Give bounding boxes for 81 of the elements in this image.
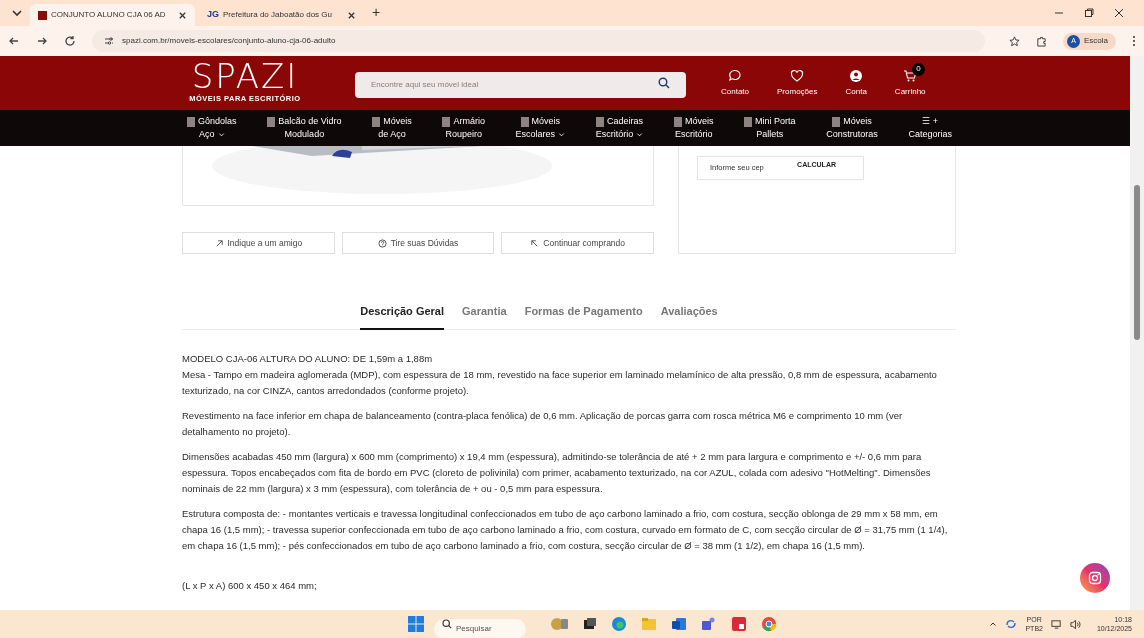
nav-menu-item[interactable]: Armário Roupeiro (442, 115, 485, 141)
action-button[interactable]: Continuar comprando (501, 232, 654, 254)
category-thumbnail-icon (442, 116, 451, 127)
description-paragraph: MODELO CJA-06 ALTURA DO ALUNO: DE 1,59m a 1,88m (182, 351, 434, 366)
tab[interactable]: Avaliações (660, 303, 718, 330)
scrollbar-thumb[interactable] (1134, 185, 1140, 340)
cart-icon[interactable] (903, 68, 918, 83)
close-icon[interactable] (1114, 8, 1124, 18)
chevron-down-icon[interactable] (636, 131, 644, 138)
description-paragraph: Mesa - Tampo em madeira aglomerada (MDP), com espessura de 18 mm, revestido na face superior em laminado melamínico de alta pressão, 0,8 mm de espessura, acabamento texturizado, na cor CINZA, cantos arredondados (conforme projeto). (182, 367, 938, 398)
nav-menu-item[interactable]: Móveis Construtoras (826, 115, 878, 141)
speaker-icon[interactable] (1069, 618, 1081, 630)
weather-widget-icon[interactable] (550, 615, 568, 633)
dimensions-text: (L x P x A) 600 x 450 x 464 mm; (182, 578, 318, 593)
action-button[interactable]: Indique a um amigo (182, 232, 335, 254)
new-tab-button[interactable]: + (368, 2, 385, 23)
network-icon[interactable] (1050, 618, 1062, 630)
close-icon[interactable] (178, 10, 187, 20)
category-thumbnail-icon (372, 116, 381, 127)
arrow-up-right-icon (214, 238, 224, 248)
nav-menu-item[interactable]: ☰ + Categorias (908, 115, 952, 141)
address-bar[interactable]: spazi.com.br/moveis-escolares/conjunto-aluno-cja-06-adulto (92, 30, 985, 52)
help-icon (377, 238, 387, 248)
bookmark-star-icon[interactable] (1009, 35, 1020, 47)
category-thumbnail-icon (673, 116, 682, 127)
header-link[interactable]: Conta (845, 85, 867, 98)
tab[interactable]: Descrição Geral (360, 303, 445, 330)
chevron-down-icon[interactable] (558, 131, 566, 138)
close-icon[interactable] (347, 10, 356, 20)
back-icon[interactable] (8, 35, 20, 47)
forward-icon[interactable] (36, 35, 48, 47)
nav-menu-item[interactable]: Gôndolas Aço (187, 115, 237, 141)
search-icon (442, 619, 452, 629)
header-link[interactable]: Promoções (777, 85, 818, 98)
nav-menu-item[interactable]: Cadeiras Escritório (595, 115, 644, 141)
windows-start-icon[interactable] (408, 616, 424, 632)
camera-icon (1088, 571, 1102, 585)
description-paragraph: Revestimento na face inferior em chapa de balanceamento (contra-placa fenólica) de 0,6 mm. Aplicação de porcas garra com rosca métrica M6 e comprimento 10 mm (ver detalhamento no projeto). (182, 408, 904, 439)
header-link[interactable]: Carrinho (894, 85, 926, 98)
arrow-up-left-icon (530, 238, 540, 248)
more-menu-icon[interactable] (1132, 35, 1136, 47)
action-button[interactable]: Tire suas Dúvidas (341, 232, 495, 254)
app-icon[interactable] (730, 615, 748, 633)
reload-icon[interactable] (64, 35, 76, 47)
cart-count-badge: 0 (911, 62, 925, 76)
outlook-icon[interactable] (670, 615, 688, 633)
category-thumbnail-icon (596, 116, 604, 127)
search-icon[interactable] (658, 77, 670, 89)
scrollbar[interactable] (1130, 56, 1144, 610)
browser-tab[interactable]: CONJUNTO ALUNO CJA 06 AD (30, 4, 195, 26)
chrome-icon[interactable] (760, 615, 778, 633)
nav-menu-item[interactable]: Mini Porta Pallets (744, 115, 796, 141)
taskbar-search-field[interactable]: Pesquisar (434, 618, 526, 638)
browser-tab[interactable]: JG Prefeitura do Jaboatão dos Gu (199, 4, 364, 26)
user-icon[interactable] (849, 68, 864, 83)
chevron-down-icon[interactable] (217, 131, 225, 138)
category-thumbnail-icon (267, 116, 276, 127)
extensions-icon[interactable] (1036, 35, 1047, 47)
description-paragraph: Dimensões acabadas 450 mm (largura) x 600 mm (comprimento) x 19,4 mm (espessura), admitindo-se tolerância de até + 2 mm para largura e comprimento e +/- 0,6 mm para espessura. Topos encabeçados com fita de bordo em PVC (cloreto de polivinila) com primer, acabamento texturizado, na cor AZUL, colada com adesivo "HotMelting". Dimensões nominais de 22 mm (largura) x 3 mm (espessura), com tolerância de + ou - 0,5 mm para espessura. (182, 449, 932, 496)
site-settings-icon[interactable] (104, 36, 114, 46)
category-thumbnail-icon (744, 116, 753, 127)
favicon-icon (38, 10, 47, 20)
chevron-up-icon[interactable] (989, 620, 998, 628)
description-paragraph: Estrutura composta de: - montantes verticais e travessa longitudinal confeccionados em tubo de aço carbono laminado a frio, com costura, secção oblonga de 29 mm x 58 mm, em chapa 16 (1,5 mm); - travessa superior confeccionada em tubo de aço carbono laminado a frio, com costura, curvado em formato de C, com secção circular de Ø = 31,75 mm (1 1/4), em chapa 16 (1,5 mm); - pés confeccionados em tubo de aço carbono laminado a frio, com costura, secção circular de Ø = 38 mm (1 1/2), em chapa 16 (1,5 mm). (182, 506, 949, 553)
tab[interactable]: Garantia (462, 303, 507, 330)
tab[interactable]: Formas de Pagamento (524, 303, 643, 330)
search-field[interactable]: Encontre aqui seu móvel ideal (355, 71, 686, 98)
nav-menu-item[interactable]: Móveis de Aço (372, 115, 412, 141)
restore-icon[interactable] (1084, 8, 1094, 18)
chat-bubble-icon[interactable] (728, 68, 742, 83)
category-thumbnail-icon (187, 116, 195, 127)
nav-menu-item[interactable]: Móveis Escolares (515, 115, 566, 141)
header-link[interactable]: Contato (721, 85, 750, 98)
category-thumbnail-icon (832, 116, 841, 127)
nav-menu-item[interactable]: Móveis Escritório (673, 115, 714, 141)
heart-icon[interactable] (790, 68, 805, 83)
nav-menu-item[interactable]: Balcão de Vidro Modulado (267, 115, 342, 141)
category-thumbnail-icon (520, 116, 529, 127)
sync-icon[interactable] (1005, 618, 1018, 630)
edge-browser-icon[interactable] (610, 615, 628, 633)
instagram-button[interactable] (1080, 563, 1110, 593)
